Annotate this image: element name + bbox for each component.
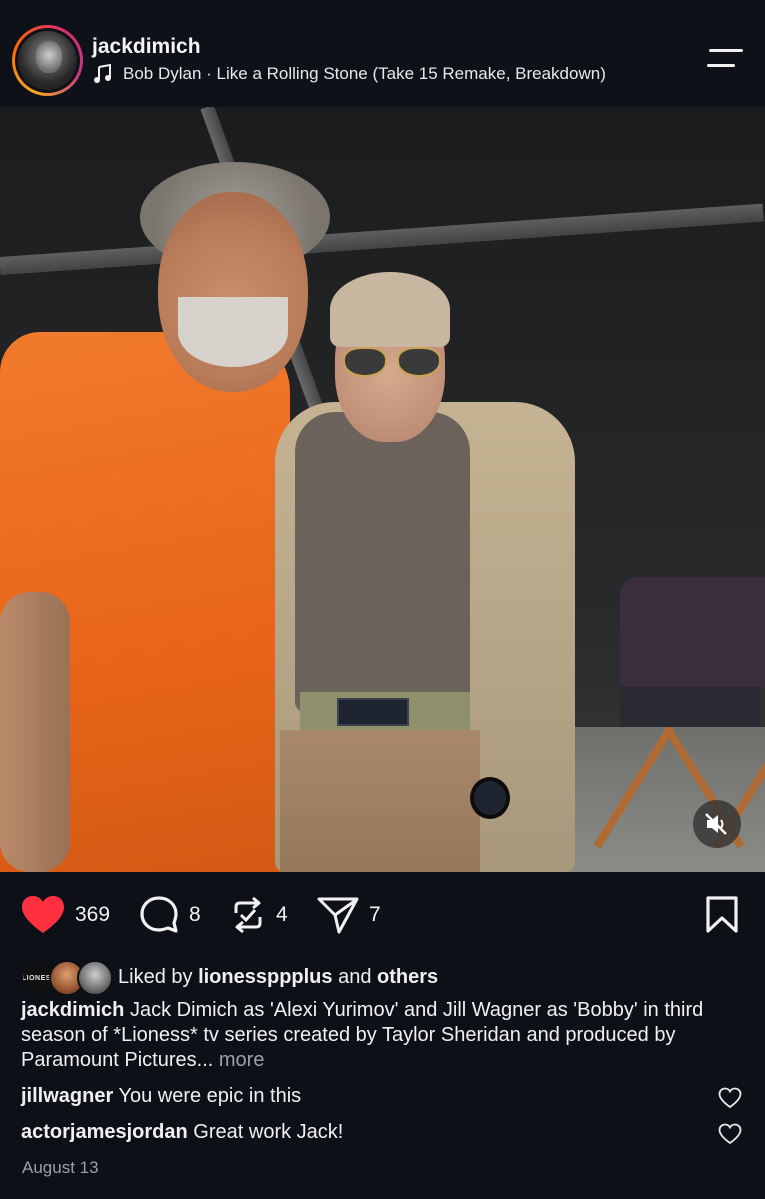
comment-item: actorjamesjordan Great work Jack! — [21, 1121, 711, 1144]
liked-by-user[interactable]: lionessppplus — [198, 966, 332, 988]
comment-username[interactable]: actorjamesjordan — [21, 1121, 188, 1143]
liked-by-others[interactable]: others — [377, 966, 438, 988]
repost-button[interactable]: 4 — [230, 885, 288, 945]
send-icon — [317, 897, 359, 934]
directors-chair — [593, 577, 765, 849]
person-woman — [275, 272, 585, 872]
share-count: 7 — [369, 903, 381, 926]
comment-button[interactable]: 8 — [139, 885, 201, 945]
action-bar: 369 8 4 7 — [0, 885, 765, 945]
menu-icon[interactable] — [705, 47, 745, 71]
caption-username[interactable]: jackdimich — [21, 999, 124, 1021]
caption-text: Jack Dimich as 'Alexi Yurimov' and Jill … — [21, 999, 704, 1071]
liked-by-text: Liked by lionessppplus and others — [118, 965, 439, 988]
comment-text: Great work Jack! — [193, 1121, 344, 1143]
more-link[interactable]: more — [219, 1049, 265, 1071]
tent-frame — [0, 203, 764, 275]
comment-item: jillwagner You were epic in this — [21, 1085, 711, 1108]
music-note-icon — [93, 64, 113, 84]
comment-bubble-icon — [140, 896, 178, 933]
comment-like-heart-icon[interactable] — [718, 1087, 742, 1109]
comment-like-heart-icon[interactable] — [718, 1123, 742, 1145]
liker-avatar — [77, 960, 113, 996]
person-man — [0, 162, 330, 872]
liked-by-row[interactable]: LIONESS Liked by lionessppplus and other… — [21, 957, 438, 997]
repost-icon — [234, 896, 262, 934]
mute-button[interactable] — [693, 800, 741, 848]
like-button[interactable]: 369 — [21, 885, 110, 945]
song-info[interactable]: Bob Dylan · Like a Rolling Stone (Take 1… — [93, 64, 606, 84]
like-count: 369 — [75, 903, 111, 926]
post-header: jackdimich Bob Dylan · Like a Rolling St… — [0, 0, 765, 107]
song-title: Bob Dylan · Like a Rolling Stone (Take 1… — [123, 64, 606, 83]
bookmark-icon — [706, 896, 738, 933]
avatar-image — [18, 31, 77, 90]
save-button[interactable] — [704, 885, 740, 945]
repost-count: 4 — [276, 903, 288, 926]
post-caption: jackdimich Jack Dimich as 'Alexi Yurimov… — [21, 998, 751, 1073]
post-username[interactable]: jackdimich — [92, 35, 201, 59]
share-button[interactable]: 7 — [317, 885, 381, 945]
comment-count: 8 — [189, 903, 201, 926]
profile-avatar[interactable] — [12, 25, 83, 96]
liked-avatars: LIONESS — [21, 958, 113, 996]
post-date: August 13 — [22, 1158, 99, 1177]
post-photo[interactable] — [0, 107, 765, 872]
comment-username[interactable]: jillwagner — [21, 1085, 113, 1107]
comment-text: You were epic in this — [118, 1085, 302, 1107]
heart-filled-icon — [22, 896, 64, 933]
speaker-muted-icon — [705, 813, 727, 835]
